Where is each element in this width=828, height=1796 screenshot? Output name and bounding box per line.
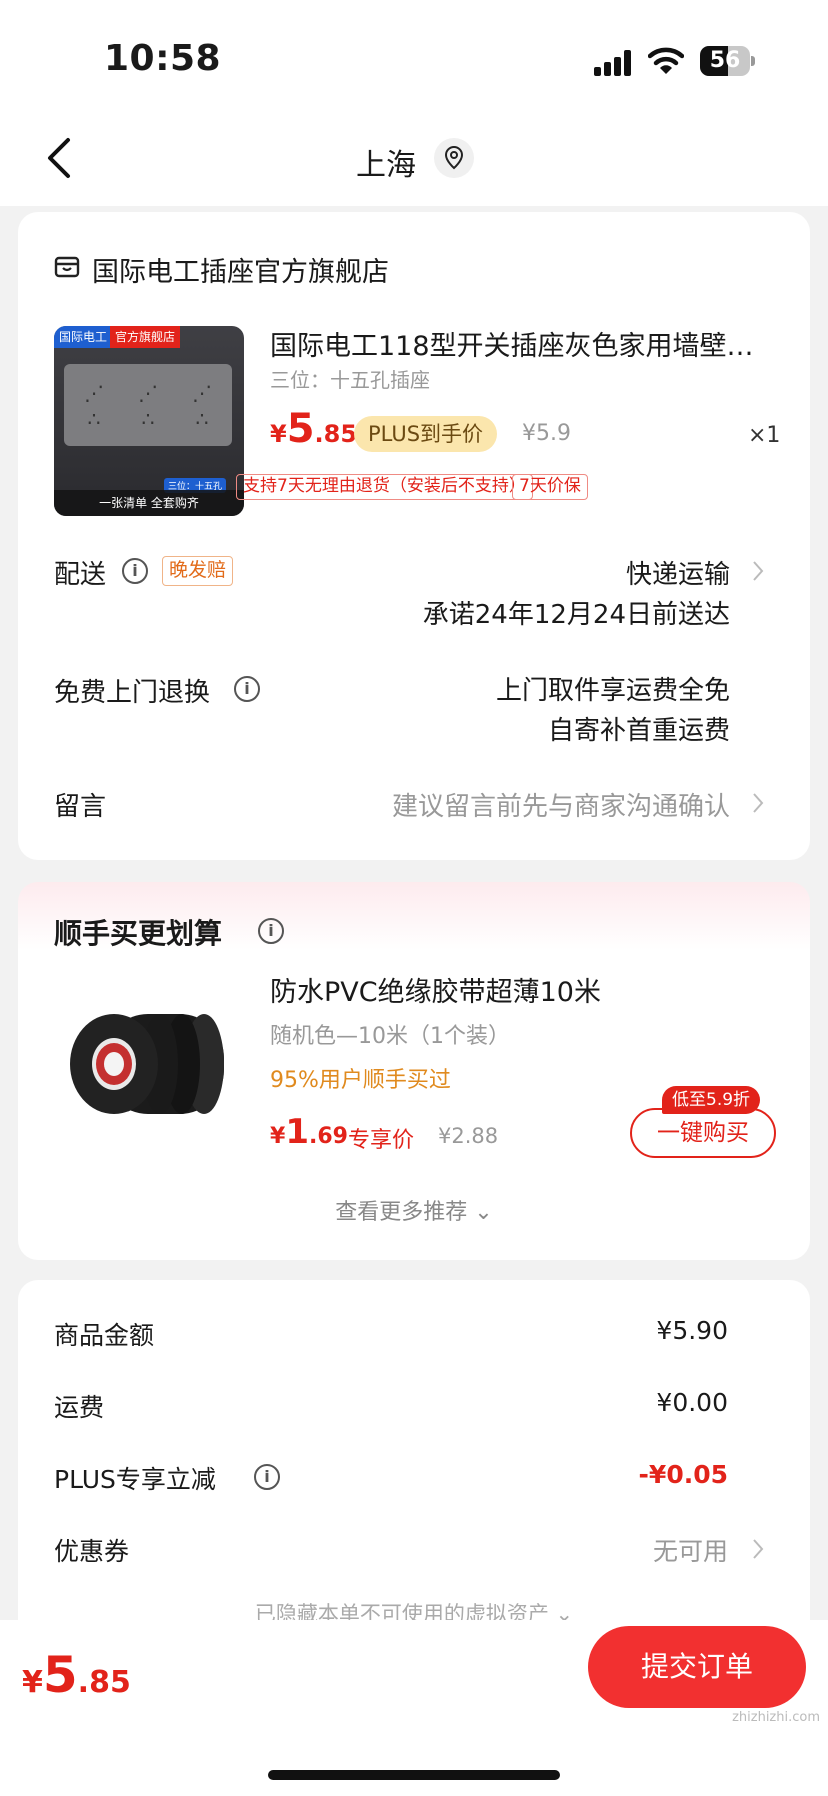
plus-discount-info-icon[interactable]: i — [254, 1464, 280, 1490]
discount-tag: 低至5.9折 — [662, 1086, 761, 1114]
addon-name[interactable]: 防水PVC绝缘胶带超薄10米 — [270, 970, 601, 1009]
free-return-line2: 自寄补首重运费 — [547, 716, 730, 746]
free-return-info-icon[interactable]: i — [234, 676, 260, 702]
late-compensation-badge: 晚发赔 — [162, 556, 234, 586]
socket-plate: ⋰ ⋰ ⋰ ∴ ∴ ∴ — [64, 364, 232, 446]
addon-popularity: 95%用户顺手买过 — [270, 1068, 451, 1093]
addon-exclusive-label: 专享价 — [348, 1128, 415, 1153]
product-image-brand-tag: 国际电工 — [54, 326, 113, 348]
price-summary-card: 商品金额 ¥5.90 运费 ¥0.00 PLUS专享立减 i -¥0.05 优惠… — [18, 1280, 810, 1660]
page-title: 上海 — [356, 148, 416, 183]
addon-card: 顺手买更划算 i 防水PVC绝缘胶带超薄10米 随机色—10米（1个装） 95%… — [18, 882, 810, 1260]
cellular-signal-icon — [594, 50, 634, 76]
delivery-label: 配送 — [54, 560, 107, 590]
home-indicator[interactable] — [268, 1770, 560, 1780]
shop-icon — [54, 256, 80, 278]
tape-roll-image — [70, 1014, 224, 1114]
battery-icon: 56 — [700, 46, 756, 76]
one-click-buy-button[interactable]: 一键购买 — [630, 1108, 776, 1158]
goods-amount-value: ¥5.90 — [656, 1316, 728, 1345]
quantity[interactable]: ×1 — [748, 423, 780, 448]
free-return-line1: 上门取件享运费全免 — [495, 676, 730, 706]
total-price: ¥5.85 — [22, 1646, 131, 1704]
plus-discount-value: -¥0.05 — [638, 1460, 728, 1489]
submit-order-button[interactable]: 提交订单 — [588, 1626, 806, 1708]
delivery-info-icon[interactable]: i — [122, 558, 148, 584]
product-title[interactable]: 国际电工118型开关插座灰色家用墙壁… — [270, 324, 780, 363]
location-pin-icon — [444, 145, 464, 170]
delivery-promise: 承诺24年12月24日前送达 — [422, 600, 730, 630]
addon-original-price: ¥2.88 — [438, 1124, 499, 1148]
coupon-chevron-icon[interactable] — [752, 1538, 764, 1560]
message-chevron-icon[interactable] — [752, 792, 764, 814]
message-input[interactable]: 建议留言前先与商家沟通确认 — [392, 786, 730, 823]
goods-amount-label: 商品金额 — [54, 1321, 155, 1350]
order-card: 国际电工插座官方旗舰店 国际电工 官方旗舰店 ⋰ ⋰ ⋰ ∴ ∴ ∴ 三位：十五… — [18, 212, 810, 860]
watermark: zhizhizhi.com — [732, 1710, 820, 1725]
coupon-label: 优惠券 — [54, 1537, 130, 1566]
shipping-value: ¥0.00 — [656, 1388, 728, 1417]
product-spec[interactable]: 三位：十五孔插座 — [270, 364, 430, 393]
addon-product-image[interactable] — [54, 974, 244, 1164]
checkout-bar: ¥5.85 提交订单 zhizhizhi.com — [0, 1620, 828, 1796]
shipping-label: 运费 — [54, 1393, 105, 1422]
free-return-label: 免费上门退换 — [54, 678, 211, 708]
addon-spec[interactable]: 随机色—10米（1个装） — [270, 1018, 510, 1050]
addon-info-icon[interactable]: i — [258, 918, 284, 944]
price-protect-badge: 7天价保 — [512, 474, 588, 500]
delivery-method[interactable]: 快递运输 — [626, 554, 730, 591]
nav-bar: 上海 — [0, 110, 828, 206]
product-image-bottom-tag: 一张清单 全套购齐 — [54, 490, 244, 516]
delivery-chevron-icon[interactable] — [752, 560, 764, 582]
plus-discount-label: PLUS专享立减 — [54, 1465, 216, 1494]
wifi-icon — [648, 47, 684, 74]
message-label: 留言 — [54, 792, 107, 822]
battery-percent: 56 — [709, 48, 741, 73]
original-price: ¥5.9 — [522, 421, 571, 446]
plus-price-tag: PLUS到手价 — [354, 416, 498, 452]
return-policy-badge: 支持7天无理由退货（安装后不支持） — [236, 474, 533, 500]
shop-name[interactable]: 国际电工插座官方旗舰店 — [92, 250, 389, 289]
more-recommendations-link[interactable]: 查看更多推荐 ⌄ — [18, 1194, 810, 1226]
product-price: ¥5.85 — [270, 406, 358, 452]
addon-price: ¥1.69 — [270, 1112, 348, 1152]
location-button[interactable] — [434, 138, 474, 178]
product-image[interactable]: 国际电工 官方旗舰店 ⋰ ⋰ ⋰ ∴ ∴ ∴ 三位：十五孔 一张清单 全套购齐 — [54, 326, 244, 516]
coupon-value[interactable]: 无可用 — [653, 1532, 728, 1568]
status-bar: 10:58 56 — [0, 0, 828, 110]
status-time: 10:58 — [104, 38, 222, 79]
back-arrow-icon[interactable] — [40, 134, 80, 182]
product-image-official-tag: 官方旗舰店 — [110, 326, 181, 348]
addon-title: 顺手买更划算 — [54, 917, 223, 950]
